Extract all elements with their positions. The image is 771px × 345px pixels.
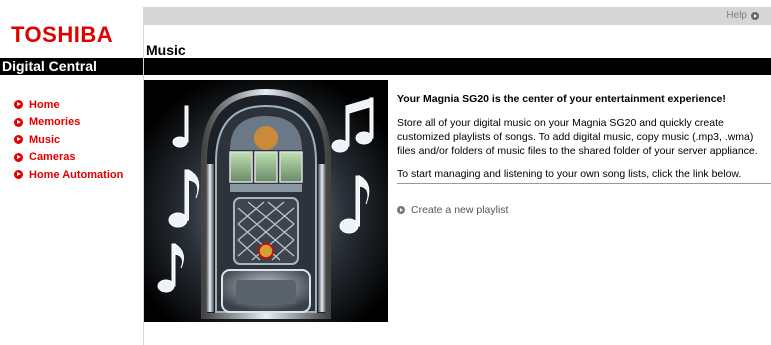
jukebox-image (144, 80, 388, 322)
create-playlist-link[interactable]: Create a new playlist (397, 204, 771, 216)
sidebar-item-music[interactable]: Music (14, 131, 123, 149)
arrow-circle-icon (14, 170, 23, 180)
jukebox-music-notes-image (144, 80, 388, 322)
content-paragraph: Store all of your digital music on your … (397, 117, 758, 157)
create-playlist-label: Create a new playlist (411, 204, 509, 216)
brand-bar (0, 58, 771, 75)
sidebar-item-memories[interactable]: Memories (14, 114, 123, 132)
main-content: Your Magnia SG20 is the center of your e… (397, 93, 771, 216)
content-heading: Your Magnia SG20 is the center of your e… (397, 93, 726, 105)
content-divider (397, 183, 771, 184)
sidebar-item-label: Memories (29, 116, 81, 129)
sidebar-item-label: Home (29, 98, 60, 111)
arrow-circle-icon (14, 152, 23, 162)
page-title: Music (146, 42, 186, 58)
sidebar-nav: Home Memories Music Cameras Home Automat… (14, 96, 123, 184)
help-label: Help (726, 10, 747, 21)
sidebar-item-home-automation[interactable]: Home Automation (14, 166, 123, 184)
arrow-circle-icon (14, 100, 23, 110)
sidebar-item-label: Home Automation (29, 168, 124, 181)
product-name: Digital Central (2, 58, 97, 74)
top-bar (144, 7, 771, 25)
content-instruction: To start managing and listening to your … (397, 168, 742, 180)
sidebar-item-label: Cameras (29, 151, 76, 164)
arrow-circle-icon (397, 206, 405, 214)
sidebar-item-label: Music (29, 133, 61, 146)
toshiba-logo: TOSHIBA (11, 22, 114, 47)
sidebar-item-cameras[interactable]: Cameras (14, 149, 123, 167)
arrow-circle-icon (751, 11, 759, 20)
arrow-circle-icon (14, 135, 23, 145)
arrow-circle-icon (14, 117, 23, 127)
sidebar-item-home[interactable]: Home (14, 96, 123, 114)
help-link[interactable]: Help (726, 10, 759, 21)
